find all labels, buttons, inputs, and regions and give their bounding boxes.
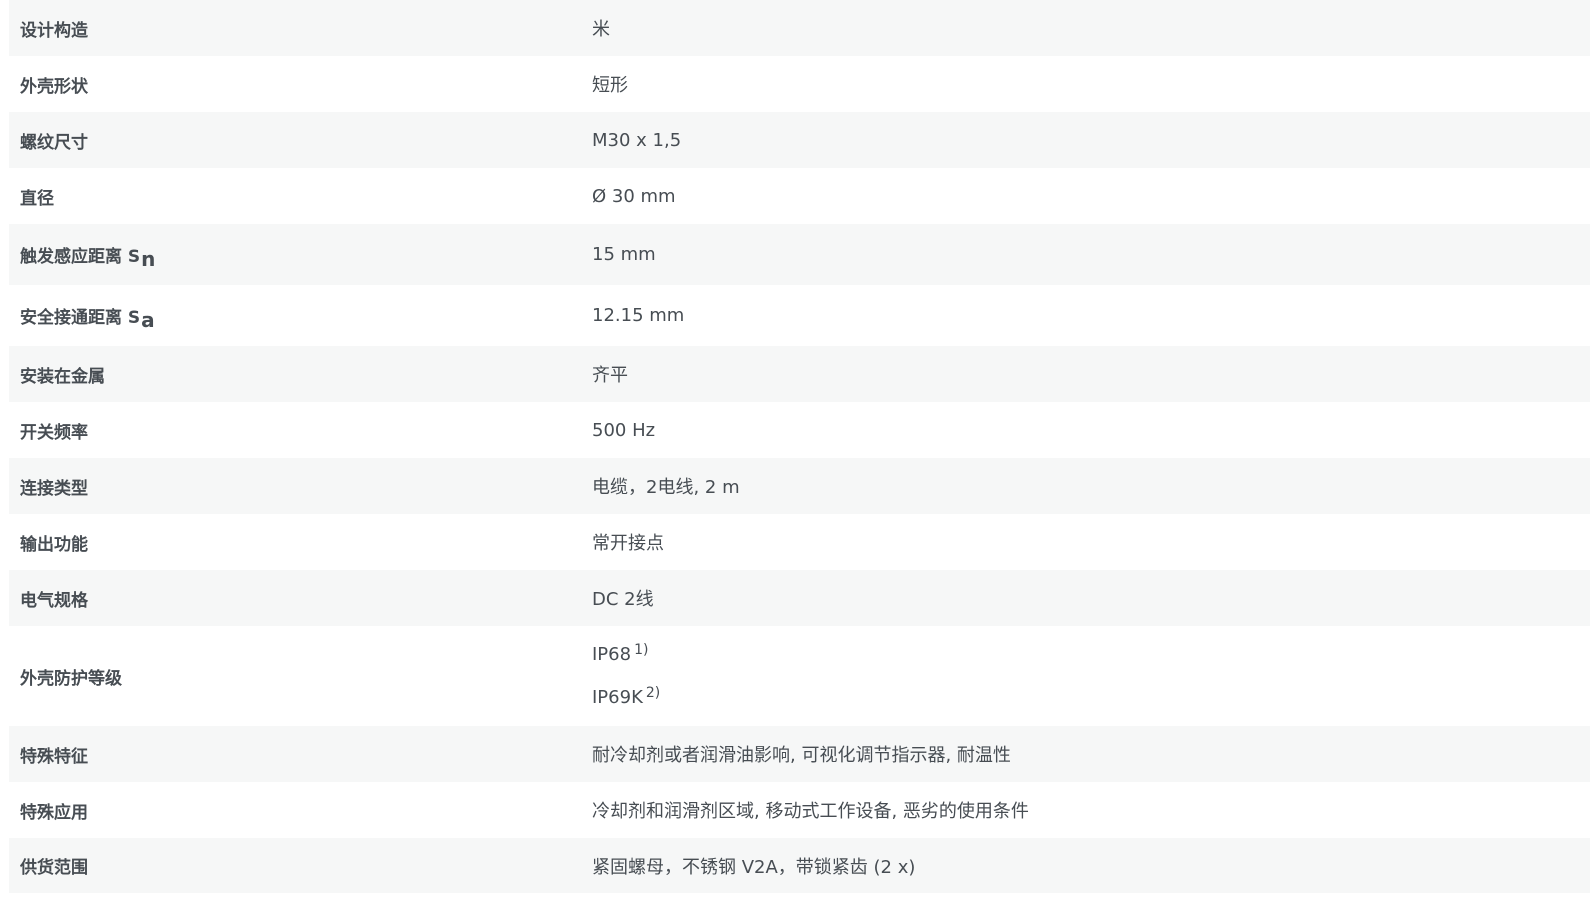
spec-label-text: 安全接通距离 S xyxy=(20,308,141,328)
rating-text: IP69K xyxy=(592,687,643,708)
spec-row-connection-type: 连接类型 电缆，2电线, 2 m xyxy=(9,458,1590,514)
spec-value-stack: IP68 1) IP69K 2) xyxy=(592,642,1590,708)
spec-row-sensing-distance: 触发感应距离 Sn 15 mm xyxy=(9,224,1590,285)
spec-label: 供货范围 xyxy=(20,858,88,878)
spec-row-housing-shape: 外壳形状 短形 xyxy=(9,56,1590,112)
spec-row-scope-of-delivery: 供货范围 紧固螺母，不锈钢 V2A，带锁紧齿 (2 x) xyxy=(9,838,1590,893)
footnote-ref: 2) xyxy=(645,685,661,701)
spec-label: 连接类型 xyxy=(20,478,88,499)
spec-value-item: IP69K 2) xyxy=(592,685,1590,708)
spec-row-design: 设计构造 米 xyxy=(9,0,1590,56)
spec-value: 米 xyxy=(592,19,610,40)
spec-label: 安装在金属 xyxy=(20,366,105,387)
spec-row-special-applications: 特殊应用 冷却剂和润滑剂区域, 移动式工作设备, 恶劣的使用条件 xyxy=(9,782,1590,838)
spec-value: DC 2线 xyxy=(592,589,654,610)
spec-value: 500 Hz xyxy=(592,419,656,441)
spec-label: 安全接通距离 Sa xyxy=(9,303,592,332)
spec-label: 直径 xyxy=(20,188,54,209)
spec-label: 电气规格 xyxy=(20,590,88,611)
spec-label: 螺纹尺寸 xyxy=(20,132,88,153)
spec-value-item: IP68 1) xyxy=(592,642,1590,665)
spec-row-diameter: 直径 Ø 30 mm xyxy=(9,168,1590,224)
spec-value: 冷却剂和润滑剂区域, 移动式工作设备, 恶劣的使用条件 xyxy=(592,801,1029,822)
spec-value: 电缆，2电线, 2 m xyxy=(592,477,740,498)
rating-text: IP68 xyxy=(592,644,632,665)
spec-value: 耐冷却剂或者润滑油影响, 可视化调节指示器, 耐温性 xyxy=(592,745,1011,766)
spec-label-subscript: a xyxy=(141,308,155,332)
spec-row-output-function: 输出功能 常开接点 xyxy=(9,514,1590,570)
spec-label-subscript: n xyxy=(141,247,156,271)
spec-label-text: 触发感应距离 S xyxy=(20,247,141,267)
spec-label: 外壳形状 xyxy=(20,76,88,97)
spec-row-switching-frequency: 开关频率 500 Hz xyxy=(9,402,1590,458)
spec-label: 输出功能 xyxy=(20,534,88,555)
spec-label: 特殊特征 xyxy=(20,746,88,767)
spec-label: 外壳防护等级 xyxy=(20,668,122,689)
spec-label: 触发感应距离 Sn xyxy=(9,242,592,271)
spec-value: 15 mm xyxy=(592,244,656,265)
spec-row-mounting-metal: 安装在金属 齐平 xyxy=(9,346,1590,402)
footnote-ref: 1) xyxy=(634,642,649,658)
spec-row-enclosure-rating: 外壳防护等级 IP68 1) IP69K 2) xyxy=(9,626,1590,726)
spec-value: 齐平 xyxy=(592,365,628,386)
spec-row-thread-size: 螺纹尺寸 M30 x 1,5 xyxy=(9,112,1590,168)
spec-value: 12.15 mm xyxy=(592,305,685,326)
spec-value: M30 x 1,5 xyxy=(592,129,682,151)
spec-value: 短形 xyxy=(592,75,628,96)
spec-label: 特殊应用 xyxy=(20,802,88,823)
spec-table: 设计构造 米 外壳形状 短形 螺纹尺寸 M30 x 1,5 直径 Ø 30 mm… xyxy=(9,0,1590,893)
spec-label: 开关频率 xyxy=(20,422,88,443)
spec-value: 常开接点 xyxy=(592,533,664,554)
spec-row-special-features: 特殊特征 耐冷却剂或者润滑油影响, 可视化调节指示器, 耐温性 xyxy=(9,726,1590,782)
spec-row-safe-switching-distance: 安全接通距离 Sa 12.15 mm xyxy=(9,285,1590,346)
spec-label: 设计构造 xyxy=(20,20,88,41)
spec-row-electrical-design: 电气规格 DC 2线 xyxy=(9,570,1590,626)
spec-value: Ø 30 mm xyxy=(592,185,676,207)
spec-value: 紧固螺母，不锈钢 V2A，带锁紧齿 (2 x) xyxy=(592,856,916,878)
